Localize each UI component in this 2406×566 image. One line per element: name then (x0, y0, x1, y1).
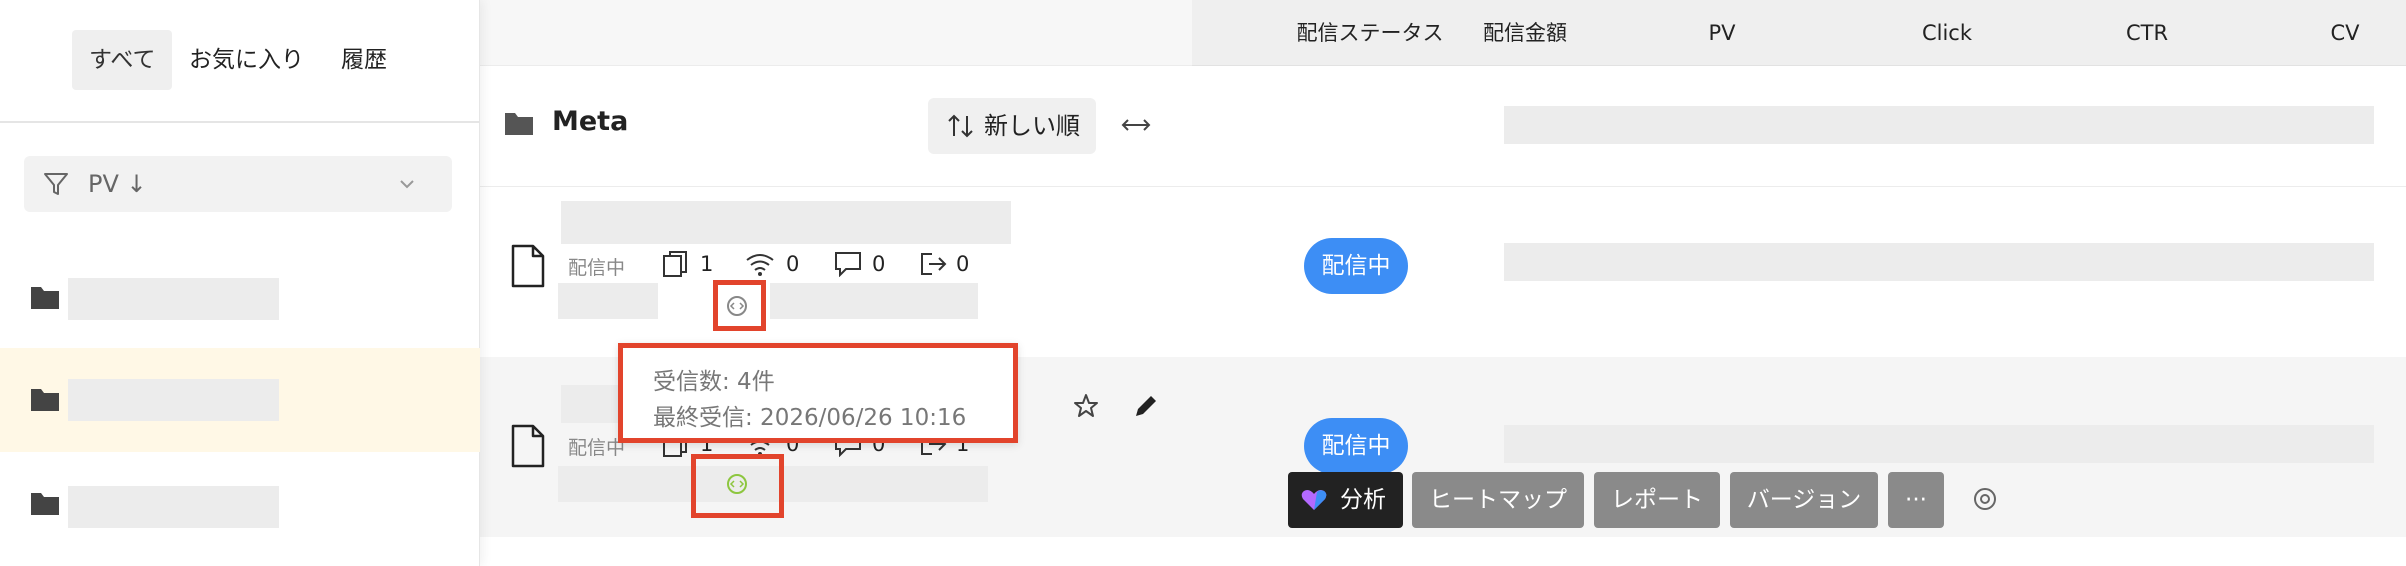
row-divider (480, 186, 2406, 187)
comment-count: 0 (872, 252, 886, 276)
tooltip-received-count: 受信数: 4件 (653, 369, 775, 395)
tab-all[interactable]: すべて (72, 30, 173, 90)
sidebar-folder-item-selected[interactable] (0, 348, 480, 452)
folder-name-placeholder (68, 379, 279, 421)
tooltip-last-received: 最終受信: 2026/06/26 10:16 (653, 405, 967, 431)
delivery-status-text: 配信中 (568, 257, 626, 279)
folder-title: Meta (552, 106, 629, 137)
table-header: 配信ステータス 配信金額 PV Click CTR CV (1192, 0, 2406, 66)
status-badge: 配信中 (1304, 418, 1408, 474)
filter-label: PV ↓ (88, 170, 147, 198)
delivery-status-text: 配信中 (568, 437, 626, 459)
folder-name-placeholder (68, 486, 279, 528)
tab-favorites[interactable]: お気に入り (172, 30, 321, 90)
heart-logo-icon (1301, 490, 1327, 510)
title-placeholder (561, 201, 1011, 244)
document-icon[interactable] (510, 424, 546, 468)
folder-icon (31, 493, 59, 515)
chevron-down-icon (400, 180, 414, 189)
wifi-count: 0 (786, 252, 800, 276)
exit-icon (921, 253, 947, 275)
filter-select[interactable]: PV ↓ (24, 156, 452, 212)
more-button[interactable]: ··· (1888, 472, 1944, 528)
status-badge: 配信中 (1304, 238, 1408, 294)
tooltip: 受信数: 4件 最終受信: 2026/06/26 10:16 (618, 343, 1018, 443)
divider (0, 121, 480, 123)
column-header-ctr[interactable]: CTR (2072, 0, 2222, 66)
sort-button[interactable]: 新しい順 (928, 98, 1096, 154)
column-header-click[interactable]: Click (1872, 0, 2022, 66)
folder-name-placeholder (68, 278, 279, 320)
column-header-amount[interactable]: 配信金額 (1460, 0, 1590, 66)
sidebar: すべて お気に入り 履歴 PV ↓ (0, 0, 480, 566)
pencil-icon[interactable] (1132, 392, 1160, 420)
expand-icon[interactable] (1120, 112, 1152, 138)
wifi-icon (746, 254, 774, 276)
version-button[interactable]: バージョン (1730, 472, 1878, 528)
document-icon[interactable] (510, 244, 546, 288)
report-button[interactable]: レポート (1594, 472, 1720, 528)
star-icon[interactable] (1072, 392, 1100, 420)
column-header-cv[interactable]: CV (2270, 0, 2406, 66)
copy-count: 1 (700, 252, 714, 276)
heatmap-button[interactable]: ヒートマップ (1412, 472, 1584, 528)
analyze-button[interactable]: 分析 (1288, 472, 1403, 528)
sidebar-folder-item[interactable] (0, 452, 480, 556)
metric-placeholder (1504, 106, 2374, 144)
folder-icon (31, 287, 59, 309)
highlight-box (691, 454, 784, 518)
sidebar-folder-item[interactable] (0, 248, 480, 352)
folder-icon (505, 113, 533, 135)
folder-icon (31, 389, 59, 411)
url-placeholder (770, 283, 978, 319)
tab-history[interactable]: 履歴 (324, 30, 404, 90)
copy-icon (663, 251, 687, 277)
comment-icon (835, 252, 861, 277)
sort-label: 新しい順 (984, 112, 1080, 140)
list-header (480, 0, 1192, 66)
gear-icon[interactable] (1970, 484, 2000, 514)
exit-count: 0 (956, 252, 970, 276)
metric-placeholder (1504, 243, 2374, 281)
column-header-status[interactable]: 配信ステータス (1260, 0, 1480, 66)
url-placeholder (558, 283, 658, 319)
analyze-label: 分析 (1340, 487, 1386, 513)
metric-placeholder (1504, 425, 2374, 463)
filter-icon (44, 173, 68, 195)
column-header-pv[interactable]: PV (1662, 0, 1782, 66)
sort-icon (948, 114, 973, 138)
highlight-box (713, 280, 766, 331)
